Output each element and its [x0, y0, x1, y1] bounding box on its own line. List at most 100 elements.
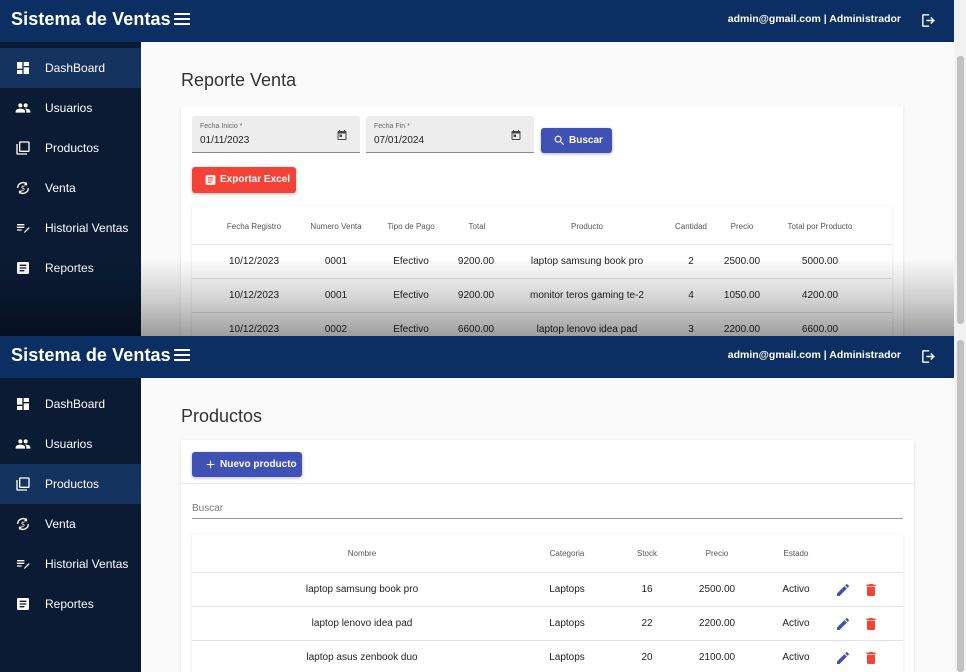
- cell-total-producto: 6600.00: [801, 324, 839, 335]
- delete-icon[interactable]: [863, 582, 879, 598]
- cell-producto: monitor teros gaming te-2: [530, 290, 644, 301]
- article-icon: [17, 598, 29, 610]
- users-icon: [15, 439, 31, 449]
- sidebar-item-usuarios[interactable]: Usuarios: [0, 424, 141, 464]
- main-content: Productos Nuevo producto Buscar Nombre C…: [141, 378, 954, 672]
- productos-table: Nombre Categoria Stock Precio Estado lap…: [192, 534, 903, 672]
- cell-tipo-pago: Efectivo: [393, 290, 429, 301]
- search-input[interactable]: Buscar: [192, 503, 223, 514]
- document-icon: [205, 175, 216, 185]
- report-card: Fecha Inicio * 01/11/2023 Fecha Fin * 07…: [181, 106, 903, 336]
- calendar-icon[interactable]: [510, 129, 522, 141]
- column-header: Estado: [783, 549, 809, 558]
- cell-numero: 0001: [324, 290, 348, 301]
- cell-fecha: 10/12/2023: [228, 290, 280, 301]
- users-icon: [15, 103, 31, 113]
- sidebar-item-productos[interactable]: Productos: [0, 128, 141, 168]
- row-divider: [192, 244, 892, 245]
- sidebar-item-dashboard[interactable]: DashBoard: [0, 48, 141, 88]
- fecha-fin-label: Fecha Fin *: [374, 123, 410, 130]
- user-info: admin@gmail.com | Administrador: [727, 349, 901, 361]
- edit-icon[interactable]: [835, 616, 851, 632]
- main-content: Reporte Venta Fecha Inicio * 01/11/2023 …: [141, 42, 954, 336]
- sidebar-item-productos[interactable]: Productos: [0, 464, 141, 504]
- svg-text:$: $: [21, 521, 25, 529]
- cell-estado: Activo: [782, 618, 810, 629]
- exportar-label: Exportar Excel: [220, 174, 291, 185]
- edit-icon[interactable]: [835, 650, 851, 666]
- cell-fecha: 10/12/2023: [228, 324, 280, 335]
- fecha-inicio-field[interactable]: Fecha Inicio * 01/11/2023: [192, 116, 360, 153]
- productos-card: Nuevo producto Buscar Nombre Categoria S…: [181, 440, 914, 672]
- cell-estado: Activo: [782, 584, 810, 595]
- sidebar-item-label: DashBoard: [45, 61, 106, 75]
- sidebar-item-venta[interactable]: $ Venta: [0, 168, 141, 208]
- cell-nombre: laptop asus zenbook duo: [306, 652, 418, 663]
- column-header: Producto: [570, 222, 604, 231]
- page-title: Productos: [181, 406, 263, 426]
- cell-categoria: Laptops: [549, 652, 585, 663]
- cell-precio: 1050.00: [723, 290, 761, 301]
- delete-icon[interactable]: [863, 616, 879, 632]
- sidebar-item-label: Historial Ventas: [45, 221, 129, 235]
- logout-icon[interactable]: [920, 348, 937, 365]
- cell-precio: 2500.00: [698, 584, 736, 595]
- fecha-fin-value[interactable]: 07/01/2024: [374, 135, 424, 146]
- delete-icon[interactable]: [863, 650, 879, 666]
- page-title: Reporte Venta: [181, 70, 297, 90]
- nuevo-producto-button[interactable]: Nuevo producto: [192, 452, 302, 477]
- cell-fecha: 10/12/2023: [228, 256, 280, 267]
- buscar-label: Buscar: [569, 135, 603, 146]
- menu-icon[interactable]: [174, 349, 190, 363]
- fecha-inicio-value[interactable]: 01/11/2023: [200, 135, 249, 146]
- cell-cantidad: 2: [688, 256, 694, 267]
- app-brand: Sistema de Ventas: [11, 345, 171, 365]
- sidebar-item-label: Productos: [45, 141, 100, 155]
- sidebar-item-historial[interactable]: Historial Ventas: [0, 544, 141, 584]
- playlist-edit-icon: [17, 224, 30, 233]
- library-icon: [16, 477, 30, 491]
- sidebar-item-label: DashBoard: [45, 397, 106, 411]
- cell-stock: 16: [641, 584, 653, 595]
- sidebar-item-label: Usuarios: [45, 437, 93, 451]
- search-icon: [554, 135, 565, 146]
- sidebar-item-venta[interactable]: $ Venta: [0, 504, 141, 544]
- cell-cantidad: 4: [688, 290, 694, 301]
- sidebar: DashBoard Usuarios Productos $ Venta His…: [0, 42, 141, 336]
- column-header: Numero Venta: [310, 222, 362, 231]
- sidebar-item-historial[interactable]: Historial Ventas: [0, 208, 141, 248]
- dashboard-icon: [17, 398, 29, 410]
- edit-icon[interactable]: [835, 582, 851, 598]
- cell-precio: 2500.00: [723, 256, 761, 267]
- sidebar-item-dashboard[interactable]: DashBoard: [0, 384, 141, 424]
- cell-total: 6600.00: [457, 324, 495, 335]
- row-divider: [192, 572, 903, 573]
- scrollbar[interactable]: [954, 336, 966, 672]
- sidebar-item-usuarios[interactable]: Usuarios: [0, 88, 141, 128]
- cell-cantidad: 3: [688, 324, 694, 335]
- buscar-button[interactable]: Buscar: [541, 128, 612, 153]
- fecha-fin-field[interactable]: Fecha Fin * 07/01/2024: [366, 116, 534, 153]
- column-header: Tipo de Pago: [387, 222, 435, 231]
- column-header: Fecha Registro: [226, 222, 282, 231]
- productos-screen: Sistema de Ventas admin@gmail.com | Admi…: [0, 336, 966, 672]
- menu-icon[interactable]: [174, 13, 190, 27]
- scrollbar[interactable]: [954, 0, 966, 336]
- search-underline: [192, 518, 903, 519]
- column-header: Precio: [705, 549, 729, 558]
- svg-text:$: $: [21, 185, 25, 193]
- cell-precio: 2100.00: [698, 652, 736, 663]
- exportar-excel-button[interactable]: Exportar Excel: [192, 167, 296, 193]
- scrollbar-thumb[interactable]: [957, 56, 964, 324]
- cell-stock: 22: [641, 618, 653, 629]
- sidebar-item-reportes[interactable]: Reportes: [0, 248, 141, 288]
- scrollbar-thumb[interactable]: [957, 340, 964, 672]
- sidebar-item-reportes[interactable]: Reportes: [0, 584, 141, 624]
- logout-icon[interactable]: [920, 12, 937, 29]
- column-header: Precio: [730, 222, 754, 231]
- row-divider: [192, 312, 892, 313]
- row-divider: [192, 640, 903, 641]
- cell-nombre: laptop lenovo idea pad: [311, 618, 413, 629]
- calendar-icon[interactable]: [336, 129, 348, 141]
- cell-tipo-pago: Efectivo: [393, 324, 429, 335]
